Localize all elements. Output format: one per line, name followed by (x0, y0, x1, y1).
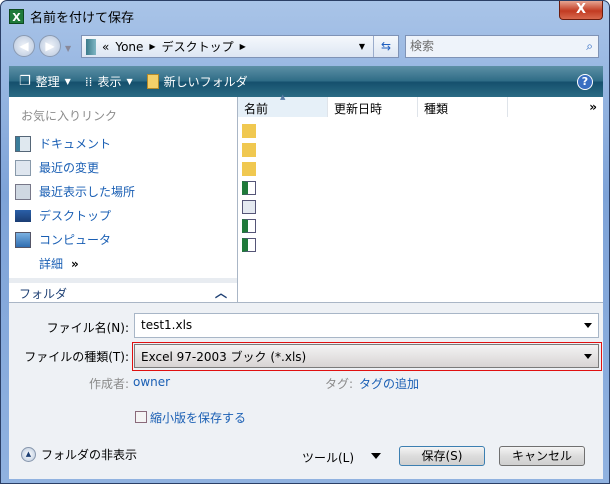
organize-button[interactable]: ❐ 整理 ▼ (19, 73, 71, 90)
favorites-more-button[interactable]: 詳細 » (39, 255, 79, 272)
filetype-select[interactable]: Excel 97-2003 ブック (*.xls) (134, 344, 599, 368)
navigation-pane: お気に入りリンク ドキュメント 最近の変更 最近表示した場所 デスクトップ コン… (9, 97, 238, 302)
favorite-documents[interactable]: ドキュメント (15, 135, 111, 152)
favorite-computer[interactable]: コンピュータ (15, 231, 111, 248)
toolbar: ❐ 整理 ▼ ⁞⁞ 表示 ▼ 新しいフォルダ ? (9, 66, 603, 97)
chevron-down-icon[interactable] (584, 323, 592, 328)
views-label: 表示 (97, 75, 122, 89)
sort-ascending-icon: ▲ (280, 93, 286, 101)
shortcut-icon[interactable] (242, 200, 256, 214)
favorite-desktop[interactable]: デスクトップ (15, 207, 111, 224)
refresh-button[interactable]: ⇆ (373, 36, 398, 57)
double-chevron-icon: » (71, 256, 79, 271)
column-name[interactable]: 名前 ▲ (238, 93, 328, 117)
window-title: 名前を付けて保存 (30, 10, 135, 26)
computer-icon (15, 231, 31, 248)
file-list[interactable]: 名前 ▲ 更新日時 種類 » (238, 93, 603, 302)
new-folder-button[interactable]: 新しいフォルダ (146, 73, 248, 90)
tools-button[interactable]: ツール(L) (302, 449, 354, 466)
cancel-button[interactable]: キャンセル (499, 446, 585, 466)
documents-icon (15, 135, 31, 152)
search-input[interactable]: 検索 ⌕ (405, 35, 599, 58)
save-options-panel: ファイル名(N): test1.xls ファイルの種類(T): Excel 97… (9, 302, 603, 479)
back-button[interactable]: ◀ (13, 35, 35, 57)
new-folder-label: 新しいフォルダ (163, 75, 248, 89)
filetype-value: Excel 97-2003 ブック (*.xls) (141, 350, 307, 364)
search-icon[interactable]: ⌕ (586, 36, 593, 57)
folder-icon[interactable] (242, 124, 256, 138)
folders-toggle[interactable]: フォルダ ︿ (9, 278, 237, 302)
breadcrumb-yone[interactable]: Yone (115, 40, 143, 54)
new-folder-icon (146, 74, 159, 89)
chevron-up-icon: ︿ (214, 286, 227, 300)
recent-pages-dropdown[interactable]: ▼ (65, 44, 71, 53)
address-dropdown[interactable]: ▼ (359, 42, 365, 51)
chevron-right-icon[interactable]: ▶ (240, 42, 246, 51)
column-modified[interactable]: 更新日時 (328, 97, 418, 117)
chevron-down-icon (584, 354, 592, 359)
tags-label: タグ: (325, 377, 354, 391)
save-button[interactable]: 保存(S) (399, 446, 485, 466)
folder-icon[interactable] (242, 162, 256, 176)
favorite-recent-places[interactable]: 最近表示した場所 (15, 183, 135, 200)
link-label: 最近表示した場所 (39, 185, 136, 199)
thumbnail-checkbox[interactable] (135, 411, 147, 423)
column-type[interactable]: 種類 (418, 97, 508, 117)
favorite-recent-changes[interactable]: 最近の変更 (15, 159, 99, 176)
chevron-up-icon[interactable]: ▲ (21, 447, 36, 462)
title-bar: X 名前を付けて保存 (9, 6, 134, 26)
views-button[interactable]: ⁞⁞ 表示 ▼ (85, 73, 133, 90)
filetype-label: ファイルの種類(T): (24, 350, 129, 364)
recent-changes-icon (15, 159, 31, 176)
thumbnail-label[interactable]: 縮小版を保存する (150, 409, 246, 426)
author-label: 作成者: (89, 377, 130, 391)
close-button[interactable]: X (559, 1, 603, 20)
help-icon[interactable]: ? (577, 73, 593, 90)
link-label: デスクトップ (39, 209, 112, 223)
filename-label: ファイル名(N): (46, 321, 129, 335)
tags-value[interactable]: タグの追加 (359, 375, 419, 392)
excel-file-icon[interactable] (242, 219, 256, 233)
link-label: 最近の変更 (39, 161, 100, 175)
link-label: コンピュータ (39, 233, 112, 247)
desktop-icon (15, 209, 31, 222)
chevron-down-icon: ▼ (126, 77, 133, 86)
more-label: 詳細 (39, 257, 64, 271)
organize-label: 整理 (35, 75, 60, 89)
folder-icon[interactable] (242, 143, 256, 157)
search-placeholder: 検索 (410, 39, 435, 53)
author-value[interactable]: owner (133, 375, 170, 389)
breadcrumb-desktop[interactable]: デスクトップ (162, 38, 234, 55)
excel-file-icon[interactable] (242, 181, 256, 195)
chevron-down-icon: ▼ (64, 77, 71, 86)
more-columns-button[interactable]: » (508, 97, 603, 117)
chevron-right-icon[interactable]: ▶ (149, 42, 155, 51)
save-as-dialog: X 名前を付けて保存 X ◀ ▶ ▼ « Yone ▶ デスクトップ ▶ ▼ ⇆… (0, 0, 610, 484)
address-bar[interactable]: « Yone ▶ デスクトップ ▶ ▼ ⇆ (81, 35, 399, 58)
favorites-header: お気に入りリンク (21, 109, 118, 123)
folder-location-icon (86, 38, 96, 55)
forward-button[interactable]: ▶ (39, 35, 61, 57)
recent-places-icon (15, 183, 31, 200)
folders-label: フォルダ (19, 287, 68, 301)
column-label: 名前 (244, 102, 269, 116)
filename-value: test1.xls (141, 318, 193, 332)
address-overflow[interactable]: « (102, 40, 109, 54)
hide-folders-button[interactable]: フォルダの非表示 (41, 446, 137, 463)
tools-dropdown-icon[interactable] (371, 453, 381, 459)
views-icon: ⁞⁞ (84, 74, 93, 89)
filename-input[interactable]: test1.xls (134, 313, 599, 338)
excel-icon: X (9, 8, 24, 24)
excel-file-icon[interactable] (242, 238, 256, 252)
link-label: ドキュメント (39, 137, 112, 151)
organize-icon: ❐ (19, 74, 31, 89)
